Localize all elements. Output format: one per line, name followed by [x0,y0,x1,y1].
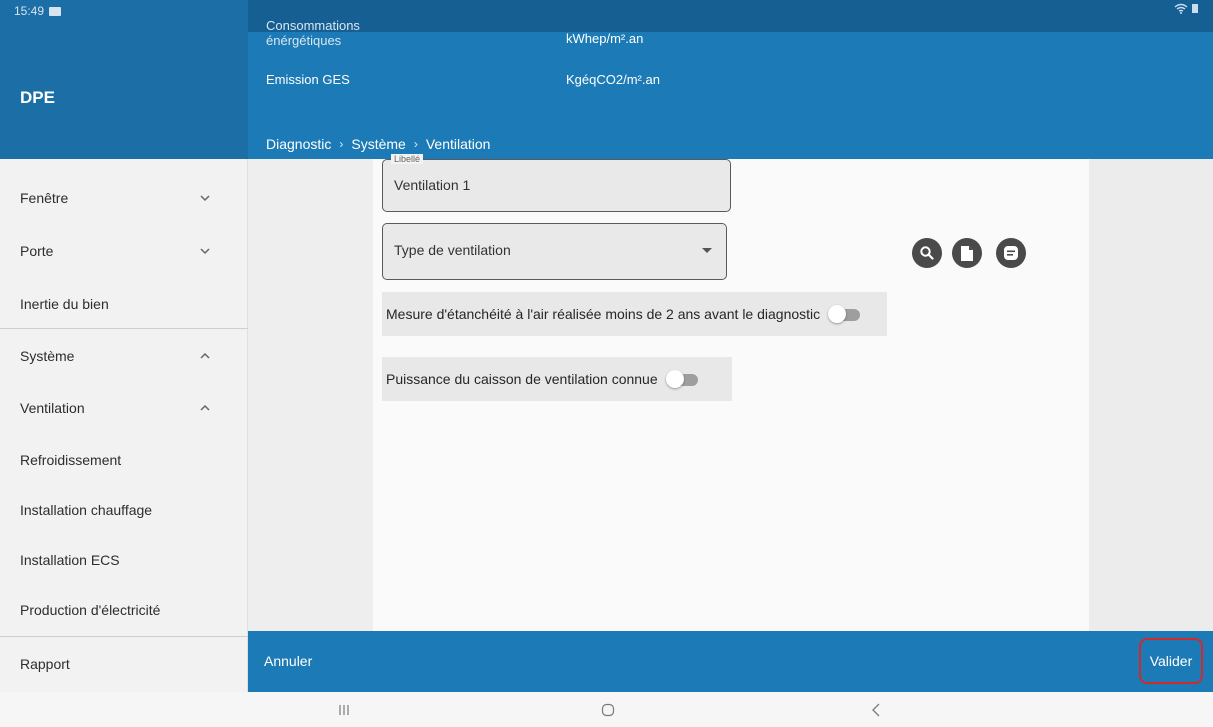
etancheite-toggle-switch[interactable] [828,305,862,323]
type-ventilation-placeholder: Type de ventilation [394,242,511,258]
sidebar-item-label: Installation ECS [20,552,120,568]
search-button[interactable] [912,238,942,268]
right-column [1089,159,1213,631]
recent-apps-icon [339,704,349,715]
header: Consommations énérgétiques kWhep/m².an E… [248,0,1213,159]
notes-button[interactable] [996,238,1026,268]
sidebar-item-refroidissement[interactable]: Refroidissement [0,435,248,485]
home-icon [601,703,615,716]
libelle-field-value: Ventilation 1 [394,177,471,193]
toggle-knob [665,370,684,388]
sidebar-item-production-electricite[interactable]: Production d'électricité [0,585,248,635]
consumption-label: Consommations énérgétiques [266,18,360,48]
sidebar-divider [0,636,248,637]
home-button[interactable] [590,692,626,727]
document-button[interactable] [952,238,982,268]
emission-label: Emission GES [266,72,350,87]
sidebar-item-label: Refroidissement [20,452,122,468]
dropdown-arrow-icon [702,248,712,253]
sidebar-item-installation-ecs[interactable]: Installation ECS [0,535,248,585]
status-bar-indicators [1174,3,1199,17]
recent-apps-button[interactable] [326,692,362,727]
etancheite-toggle-row: Mesure d'étanchéité à l'air réalisée moi… [382,292,887,336]
type-ventilation-select[interactable]: Type de ventilation [382,223,727,280]
chevron-down-icon [200,195,210,202]
sidebar-item-label: Porte [20,243,54,259]
chevron-up-icon [200,352,210,359]
app-header: DPE [0,0,248,159]
breadcrumb-separator-icon: › [339,137,344,151]
puissance-toggle-label: Puissance du caisson de ventilation conn… [386,371,658,387]
back-button[interactable] [858,692,894,727]
cancel-button[interactable]: Annuler [264,653,312,669]
back-icon [872,703,880,716]
footer-bar: Annuler Valider [248,631,1213,692]
sidebar-item-fenetre[interactable]: Fenêtre [0,173,248,223]
chevron-down-icon [200,248,210,255]
emission-unit: KgéqCO2/m².an [566,72,660,87]
sidebar-item-rapport[interactable]: Rapport [0,639,248,689]
breadcrumb-item-systeme[interactable]: Système [351,136,405,152]
system-navigation-bar [0,692,1213,727]
status-bar-time: 15:49 [14,4,62,18]
sidebar-item-ventilation[interactable]: Ventilation [0,383,248,433]
validate-button[interactable]: Valider [1139,638,1203,684]
notes-icon [1004,246,1018,260]
chevron-up-icon [200,404,210,411]
sidebar-item-label: Inertie du bien [20,296,109,312]
document-icon [961,245,973,261]
breadcrumb-item-diagnostic[interactable]: Diagnostic [266,136,331,152]
breadcrumb-item-ventilation: Ventilation [425,136,491,152]
sidebar-divider [0,328,248,329]
libelle-field[interactable]: Libellé Ventilation 1 [382,154,731,212]
sidebar: Fenêtre Porte Inertie du bien Système Ve… [0,159,248,692]
wifi-icon [1174,3,1188,14]
sidebar-item-label: Installation chauffage [20,502,153,518]
consumption-unit: kWhep/m².an [566,31,644,46]
breadcrumb: Diagnostic › Système › Ventilation [266,136,490,152]
sidebar-item-systeme[interactable]: Système [0,331,248,381]
libelle-field-label: Libellé [391,154,424,164]
sidebar-item-label: Fenêtre [20,190,69,206]
sidebar-item-label: Rapport [20,656,70,672]
puissance-toggle-row: Puissance du caisson de ventilation conn… [382,357,732,401]
sidebar-item-inertie[interactable]: Inertie du bien [0,279,248,329]
sidebar-item-label: Système [20,348,75,364]
gallery-icon [49,6,62,16]
breadcrumb-separator-icon: › [413,137,418,151]
sidebar-item-label: Ventilation [20,400,85,416]
app-title: DPE [20,88,55,107]
etancheite-toggle-label: Mesure d'étanchéité à l'air réalisée moi… [386,306,821,322]
sidebar-item-porte[interactable]: Porte [0,226,248,276]
puissance-toggle-switch[interactable] [665,370,700,388]
battery-icon [1192,4,1198,13]
sidebar-item-label: Production d'électricité [20,602,161,618]
sidebar-item-installation-chauffage[interactable]: Installation chauffage [0,485,248,535]
search-icon [920,246,934,260]
